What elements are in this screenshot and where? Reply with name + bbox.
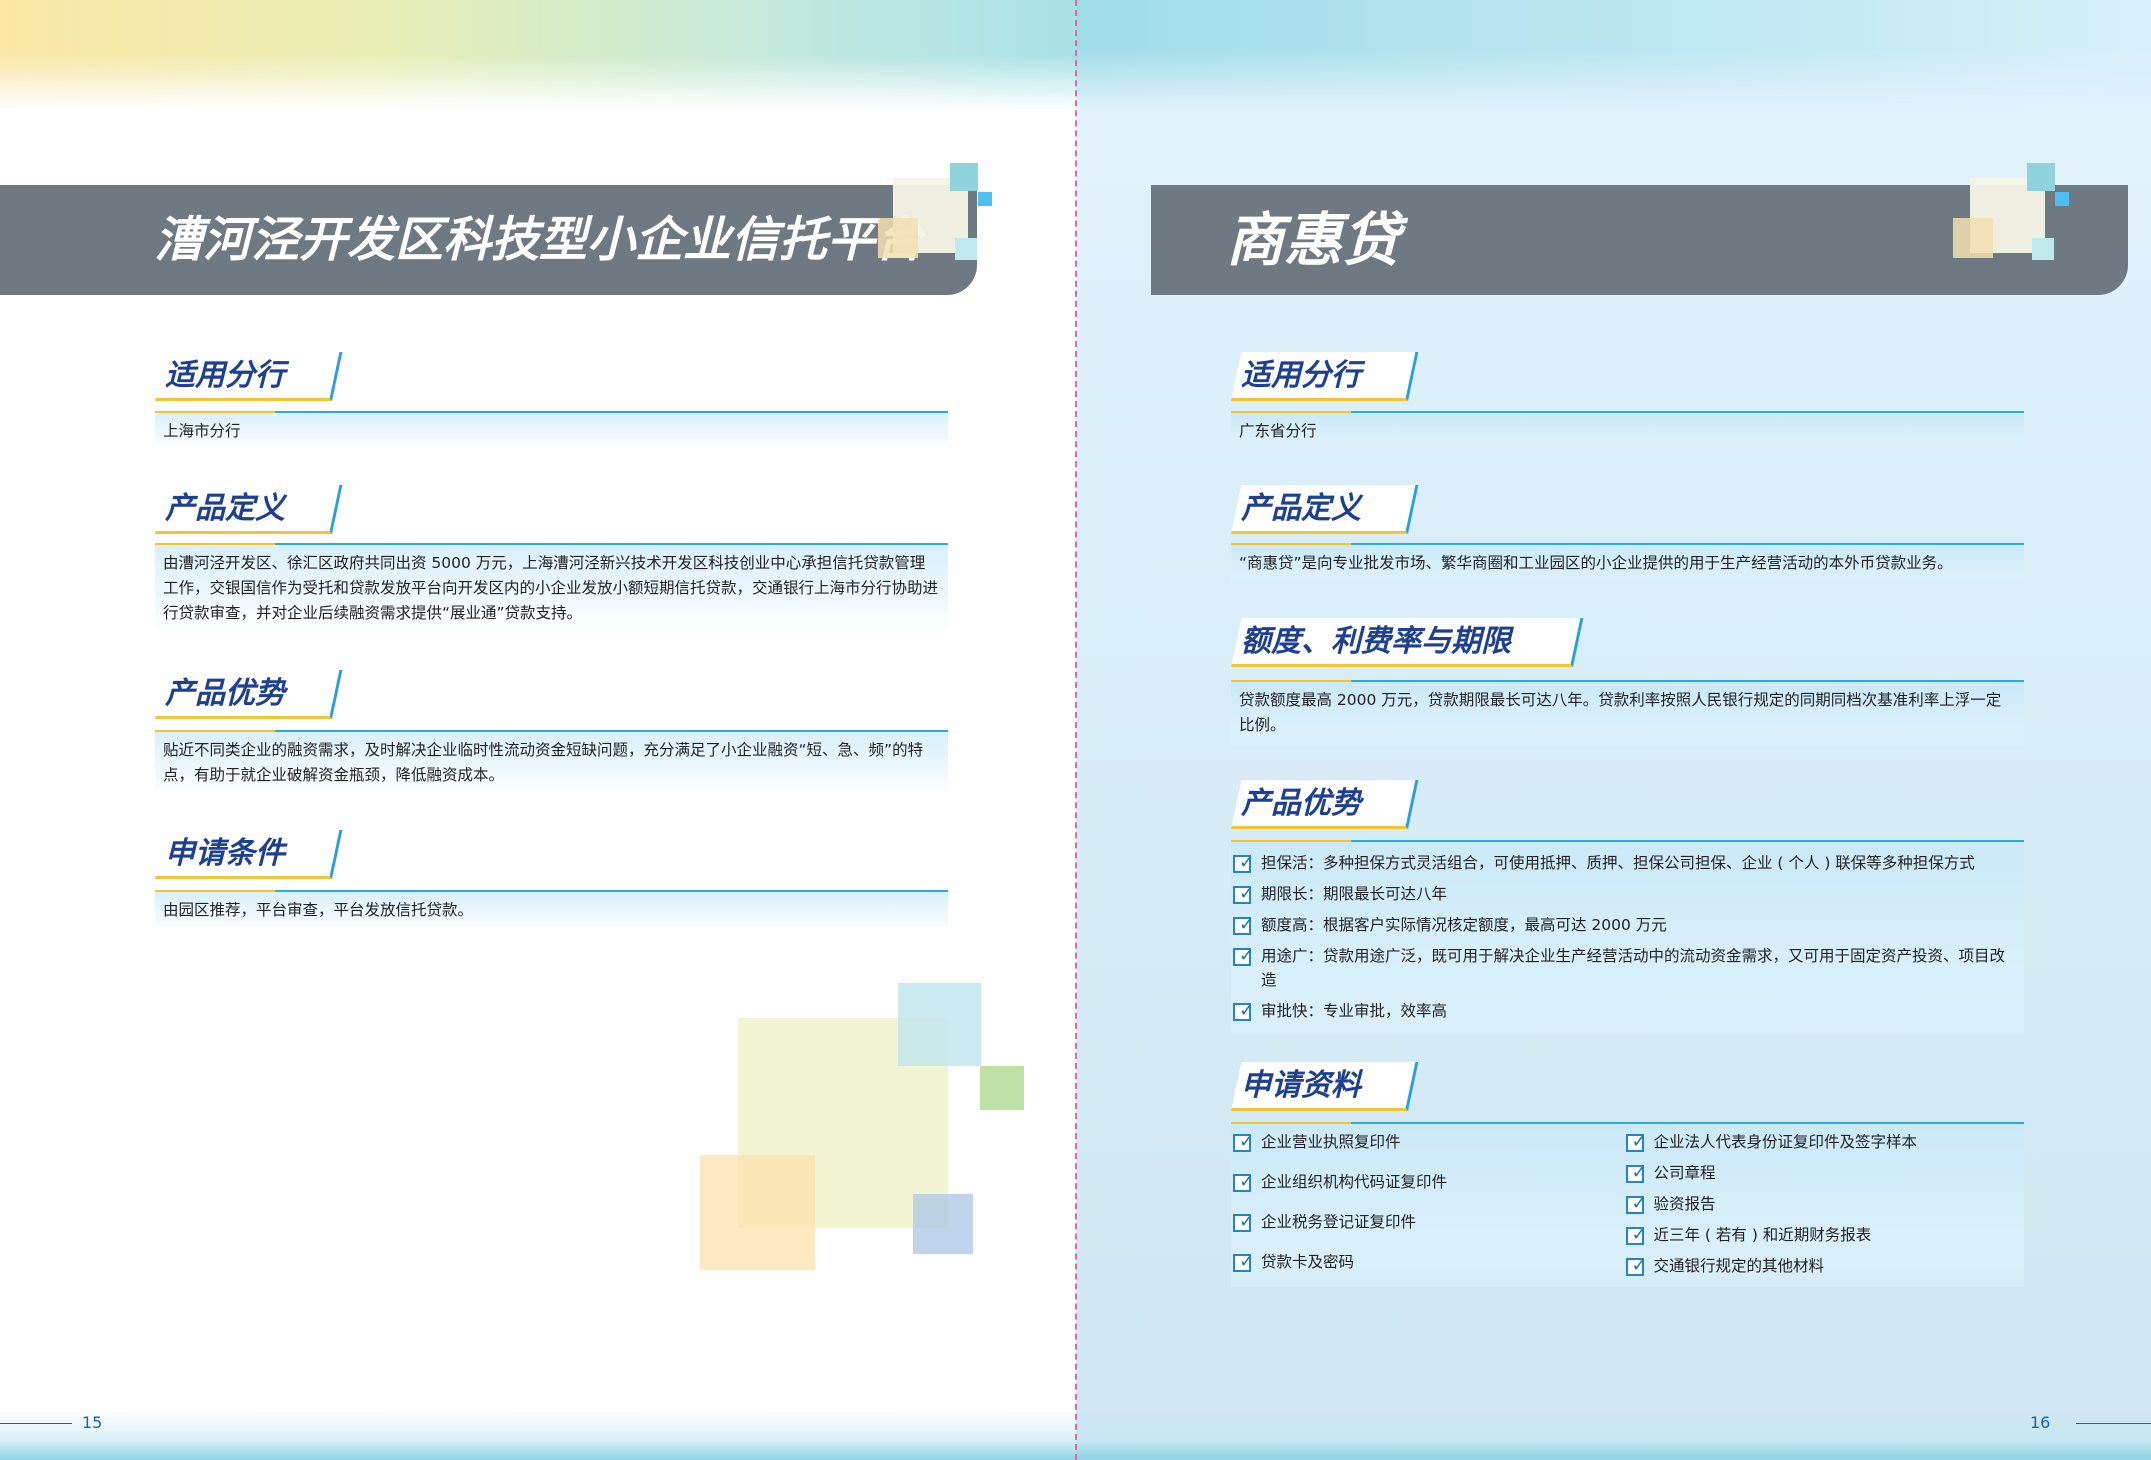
- list-item: ✓ 近三年 ( 若有 ) 和近期财务报表: [1624, 1223, 2017, 1247]
- right-page: 商惠贷 适用分行 广东省分行 产品定义 “商惠贷”是向专业批发市场、繁华商圈和工…: [1076, 0, 2151, 1460]
- page-title: 商惠贷: [1226, 206, 1401, 274]
- top-gradient-band: [1076, 0, 2151, 110]
- section-body: ✓ 企业营业执照复印件 ✓ 企业组织机构代码证复印件 ✓ 企业税务登记证复印件 ✓ 贷款…: [1231, 1122, 2024, 1287]
- list-item: ✓ 公司章程: [1624, 1161, 2017, 1185]
- list-item: ✓ 交通银行规定的其他材料: [1624, 1254, 2017, 1278]
- page-number: 16: [2030, 1413, 2051, 1432]
- checked-box-icon: ✓: [1625, 1224, 1647, 1245]
- list-item: ✓ 审批快：专业审批，效率高: [1231, 999, 2016, 1023]
- limit-rate-term-text: 贷款额度最高 2000 万元，贷款期限最长可达八年。贷款利率按照人民银行规定的同…: [1239, 691, 2002, 734]
- decor-square: [978, 192, 992, 206]
- section-heading: 申请资料: [1231, 1062, 1419, 1111]
- list-item: ✓ 担保活：多种担保方式灵活组合，可使用抵押、质押、担保公司担保、企业 ( 个人 …: [1231, 851, 2016, 875]
- page-number: 15: [82, 1413, 103, 1432]
- section-body: 广东省分行: [1231, 411, 2024, 447]
- section-body: “商惠贷”是向专业批发市场、繁华商圈和工业园区的小企业提供的用于生产经营活动的本…: [1231, 543, 2024, 585]
- section-heading: 产品优势: [1231, 780, 1419, 829]
- list-item: ✓ 企业组织机构代码证复印件: [1231, 1170, 1624, 1194]
- checked-box-icon: ✓: [1233, 1251, 1254, 1272]
- decor-square: [950, 163, 978, 191]
- checked-box-icon: ✓: [1233, 1131, 1254, 1152]
- list-item: ✓ 贷款卡及密码: [1231, 1250, 1624, 1274]
- section-body: 上海市分行: [155, 411, 948, 447]
- checked-box-icon: ✓: [1625, 1255, 1647, 1276]
- top-gradient-band: [0, 0, 1076, 110]
- decor-square: [878, 218, 918, 258]
- branch-text: 广东省分行: [1239, 422, 1317, 440]
- materials-list: ✓ 企业营业执照复印件 ✓ 企业组织机构代码证复印件 ✓ 企业税务登记证复印件 ✓ 贷款…: [1231, 1130, 2016, 1290]
- section-heading: 申请条件: [155, 830, 343, 879]
- branch-text: 上海市分行: [163, 422, 241, 440]
- decor-square: [2027, 163, 2055, 191]
- decor-square: [700, 1155, 815, 1270]
- checked-box-icon: ✓: [1233, 945, 1254, 966]
- checked-box-icon: ✓: [1233, 1171, 1254, 1192]
- checked-box-icon: ✓: [1625, 1193, 1647, 1214]
- bottom-gradient-band: [1076, 1410, 2151, 1460]
- section-heading: 产品优势: [155, 670, 343, 719]
- list-item: ✓ 额度高：根据客户实际情况核定额度，最高可达 2000 万元: [1231, 913, 2016, 937]
- page-rule: [2076, 1423, 2151, 1424]
- section-heading: 产品定义: [155, 485, 343, 534]
- page-rule: [0, 1423, 72, 1424]
- decor-square: [980, 1066, 1024, 1110]
- section-heading: 额度、利费率与期限: [1231, 618, 1584, 667]
- checked-box-icon: ✓: [1625, 1131, 1647, 1152]
- decor-square: [913, 1194, 973, 1254]
- page-title: 漕河泾开发区科技型小企业信托平台: [155, 212, 924, 268]
- materials-column-2: ✓ 企业法人代表身份证复印件及签字样本 ✓ 公司章程 ✓ 验资报告 ✓ 近三年 ( 若有…: [1624, 1130, 2017, 1290]
- decor-square: [898, 983, 981, 1066]
- section-body: 贴近不同类企业的融资需求，及时解决企业临时性流动资金短缺问题，充分满足了小企业融…: [155, 730, 948, 794]
- list-item: ✓ 验资报告: [1624, 1192, 2017, 1216]
- section-body: ✓ 担保活：多种担保方式灵活组合，可使用抵押、质押、担保公司担保、企业 ( 个人 …: [1231, 840, 2024, 1035]
- checked-box-icon: ✓: [1233, 914, 1254, 935]
- list-item: ✓ 用途广：贷款用途广泛，既可用于解决企业生产经营活动中的流动资金需求，又可用于固…: [1231, 944, 2016, 992]
- page-spine: [1075, 0, 1077, 1460]
- checked-box-icon: ✓: [1233, 1000, 1254, 1021]
- decor-square: [2055, 192, 2069, 206]
- checked-box-icon: ✓: [1233, 852, 1254, 873]
- section-body: 由漕河泾开发区、徐汇区政府共同出资 5000 万元，上海漕河泾新兴技术开发区科技…: [155, 543, 948, 633]
- advantage-text: 贴近不同类企业的融资需求，及时解决企业临时性流动资金短缺问题，充分满足了小企业融…: [163, 741, 924, 784]
- section-body: 由园区推荐，平台审查，平台发放信托贷款。: [155, 890, 948, 930]
- definition-text: 由漕河泾开发区、徐汇区政府共同出资 5000 万元，上海漕河泾新兴技术开发区科技…: [163, 554, 939, 622]
- checked-box-icon: ✓: [1625, 1162, 1647, 1183]
- section-heading: 适用分行: [1231, 352, 1419, 401]
- list-item: ✓ 企业法人代表身份证复印件及签字样本: [1624, 1130, 2017, 1154]
- list-item: ✓ 企业营业执照复印件: [1231, 1130, 1624, 1154]
- section-body: 贷款额度最高 2000 万元，贷款期限最长可达八年。贷款利率按照人民银行规定的同…: [1231, 680, 2024, 746]
- section-heading: 适用分行: [155, 352, 343, 401]
- list-item: ✓ 企业税务登记证复印件: [1231, 1210, 1624, 1234]
- list-item: ✓ 期限长：期限最长可达八年: [1231, 882, 2016, 906]
- decor-square: [955, 238, 977, 260]
- decor-square: [1953, 218, 1993, 258]
- condition-text: 由园区推荐，平台审查，平台发放信托贷款。: [163, 901, 474, 919]
- definition-text: “商惠贷”是向专业批发市场、繁华商圈和工业园区的小企业提供的用于生产经营活动的本…: [1239, 554, 1953, 572]
- bottom-gradient-band: [0, 1410, 1076, 1460]
- section-heading: 产品定义: [1231, 485, 1419, 534]
- checked-box-icon: ✓: [1233, 1211, 1254, 1232]
- advantage-list: ✓ 担保活：多种担保方式灵活组合，可使用抵押、质押、担保公司担保、企业 ( 个人 …: [1231, 851, 2016, 1023]
- decor-square: [2032, 238, 2054, 260]
- checked-box-icon: ✓: [1233, 883, 1254, 904]
- left-page: 漕河泾开发区科技型小企业信托平台 适用分行 上海市分行 产品定义 由漕河泾开发区…: [0, 0, 1076, 1460]
- title-bar: 漕河泾开发区科技型小企业信托平台: [0, 185, 977, 295]
- materials-column-1: ✓ 企业营业执照复印件 ✓ 企业组织机构代码证复印件 ✓ 企业税务登记证复印件 ✓ 贷款…: [1231, 1130, 1624, 1290]
